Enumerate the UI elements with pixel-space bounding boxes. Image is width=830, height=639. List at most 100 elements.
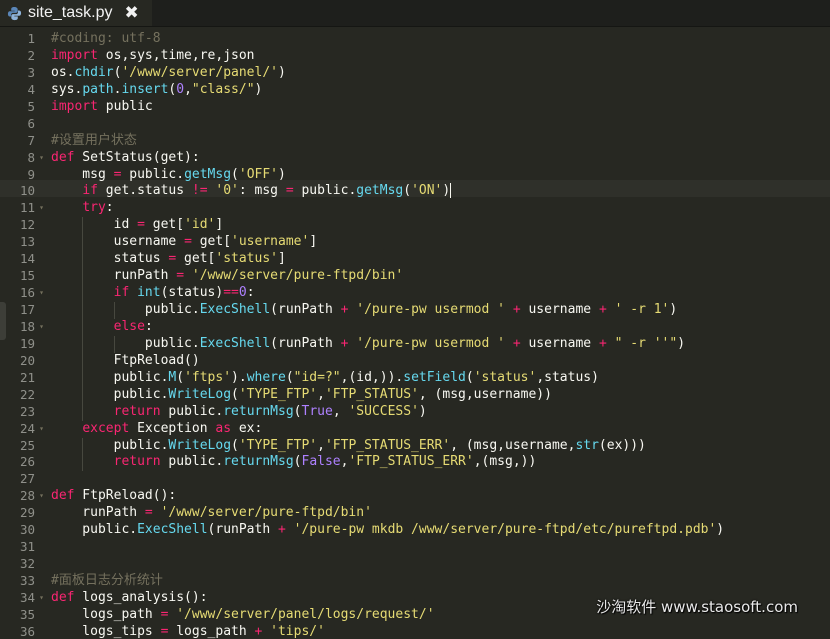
code-line[interactable] bbox=[51, 471, 830, 488]
code-token: status bbox=[51, 251, 169, 267]
code-token: try bbox=[82, 200, 106, 216]
code-token: #面板日志分析统计 bbox=[51, 573, 163, 588]
code-line[interactable]: status = get['status'] bbox=[51, 251, 830, 269]
code-line[interactable]: os.chdir('/www/server/panel/') bbox=[51, 65, 830, 82]
scrollbar-handle[interactable] bbox=[0, 302, 6, 340]
line-number: 30 bbox=[0, 522, 48, 539]
indent-guide bbox=[82, 369, 84, 387]
line-number: 11 ▾ bbox=[0, 200, 48, 217]
code-token: 0 bbox=[238, 285, 247, 301]
code-line[interactable]: import public bbox=[51, 99, 830, 116]
code-line[interactable]: username = get['username'] bbox=[51, 234, 830, 252]
code-token: logs_path bbox=[168, 623, 255, 639]
fold-arrow-icon[interactable]: ▾ bbox=[39, 150, 44, 167]
line-number-text: 32 bbox=[19, 556, 35, 572]
code-line[interactable]: runPath = '/www/server/pure-ftpd/bin' bbox=[51, 505, 830, 522]
line-number: 35 bbox=[0, 607, 48, 624]
code-token: : bbox=[105, 200, 114, 216]
line-number-text: 1 bbox=[27, 31, 35, 46]
line-number: 28 ▾ bbox=[0, 488, 48, 505]
code-area[interactable]: #coding: utf-8 import os,sys,time,re,json… bbox=[51, 31, 830, 639]
code-token: = bbox=[285, 183, 294, 199]
code-token: returnMsg bbox=[223, 454, 294, 470]
code-token: (status) bbox=[160, 285, 224, 301]
code-line[interactable]: public.ExecShell(runPath + '/pure-pw use… bbox=[51, 302, 830, 319]
code-line[interactable]: def SetStatus(get): bbox=[51, 150, 830, 167]
code-token: str bbox=[575, 437, 599, 453]
fold-arrow-icon[interactable]: ▾ bbox=[39, 488, 44, 505]
code-line[interactable]: public.ExecShell(runPath + '/pure-pw mkd… bbox=[51, 522, 830, 539]
code-line[interactable]: else: bbox=[51, 318, 830, 336]
code-line[interactable] bbox=[51, 539, 830, 556]
indent-guide bbox=[82, 234, 84, 252]
line-number-text: 30 bbox=[19, 522, 35, 538]
code-token: FtpReload() bbox=[51, 352, 200, 368]
code-token: path bbox=[82, 81, 114, 97]
code-token: public bbox=[97, 98, 153, 114]
tab-bar: site_task.py ✖ bbox=[0, 0, 830, 27]
line-number: 4 bbox=[0, 82, 48, 99]
code-line[interactable]: public.WriteLog('TYPE_FTP','FTP_STATUS_E… bbox=[51, 437, 830, 455]
code-line[interactable]: public.ExecShell(runPath + '/pure-pw use… bbox=[51, 335, 830, 353]
code-line[interactable]: try: bbox=[51, 200, 830, 217]
code-token: 'ftps' bbox=[184, 369, 232, 385]
code-token: ). bbox=[231, 369, 247, 385]
fold-arrow-icon[interactable]: ▾ bbox=[39, 590, 44, 607]
code-line[interactable] bbox=[51, 556, 830, 573]
indent-guide bbox=[82, 386, 84, 404]
code-line[interactable]: runPath = '/www/server/pure-ftpd/bin' bbox=[51, 268, 830, 286]
fold-arrow-icon[interactable]: ▾ bbox=[39, 319, 44, 336]
code-line[interactable]: id = get['id'] bbox=[51, 217, 830, 235]
code-line[interactable]: sys.path.insert(0,"class/") bbox=[51, 82, 830, 99]
code-line[interactable]: logs_tips = logs_path + 'tips/' bbox=[51, 624, 830, 639]
fold-arrow-icon[interactable]: ▾ bbox=[39, 200, 44, 217]
code-token: + bbox=[512, 302, 521, 317]
code-token: 'id' bbox=[184, 217, 216, 233]
close-icon[interactable]: ✖ bbox=[124, 0, 138, 26]
code-token: ( bbox=[293, 454, 302, 470]
code-line[interactable]: import os,sys,time,re,json bbox=[51, 48, 830, 65]
code-token: ] bbox=[278, 251, 286, 267]
code-line[interactable]: if get.status != '0': msg = public.getMs… bbox=[51, 183, 830, 200]
code-token: ] bbox=[215, 217, 224, 233]
code-token: public. bbox=[51, 522, 138, 538]
tab-site-task[interactable]: site_task.py ✖ bbox=[0, 0, 152, 26]
code-line[interactable]: public.WriteLog('TYPE_FTP','FTP_STATUS',… bbox=[51, 386, 830, 404]
code-line[interactable]: #coding: utf-8 bbox=[51, 31, 830, 48]
code-token: return bbox=[113, 403, 161, 419]
text-cursor bbox=[450, 183, 452, 199]
fold-arrow-icon[interactable]: ▾ bbox=[39, 421, 44, 438]
line-number-text: 4 bbox=[27, 81, 35, 97]
indent-guide bbox=[113, 302, 115, 319]
code-line[interactable]: return public.returnMsg(False,'FTP_STATU… bbox=[51, 454, 830, 472]
line-number: 13 bbox=[0, 234, 48, 251]
line-number: 29 bbox=[0, 505, 48, 522]
line-number-text: 18 bbox=[19, 318, 35, 334]
line-number-text: 13 bbox=[19, 234, 35, 250]
code-token: "class/" bbox=[191, 81, 255, 97]
code-token: getMsg bbox=[356, 183, 404, 199]
code-token: 'FTP_STATUS' bbox=[324, 386, 419, 402]
code-line[interactable]: public.M('ftps').where("id=?",(id,)).set… bbox=[51, 369, 830, 387]
code-line[interactable]: #设置用户状态 bbox=[51, 133, 830, 150]
code-token: = bbox=[176, 268, 185, 284]
code-token: ) bbox=[716, 522, 725, 538]
fold-arrow-icon[interactable]: ▾ bbox=[39, 285, 44, 302]
code-editor[interactable]: 1 2 3 4 5 6 7 8 ▾ 9 10 11 ▾ 12 13 14 15 16 ▾ 17 18 ▾ 19 20 21 22 2… bbox=[0, 26, 830, 639]
code-token: runPath bbox=[51, 268, 177, 284]
code-line[interactable]: return public.returnMsg(True, 'SUCCESS') bbox=[51, 403, 830, 421]
code-line[interactable]: def FtpReload(): bbox=[51, 488, 830, 505]
code-line[interactable]: #面板日志分析统计 bbox=[51, 573, 830, 590]
code-token: ( bbox=[403, 183, 412, 199]
code-line[interactable]: msg = public.getMsg('OFF') bbox=[51, 167, 830, 184]
line-number: 10 bbox=[0, 183, 48, 200]
code-token: def bbox=[51, 589, 75, 605]
code-token: = bbox=[184, 234, 192, 250]
code-line[interactable]: except Exception as ex: bbox=[51, 421, 830, 438]
code-line[interactable]: FtpReload() bbox=[51, 352, 830, 370]
code-token: public. bbox=[51, 302, 200, 317]
code-line[interactable]: if int(status)==0: bbox=[51, 285, 830, 302]
code-line[interactable] bbox=[51, 116, 830, 133]
